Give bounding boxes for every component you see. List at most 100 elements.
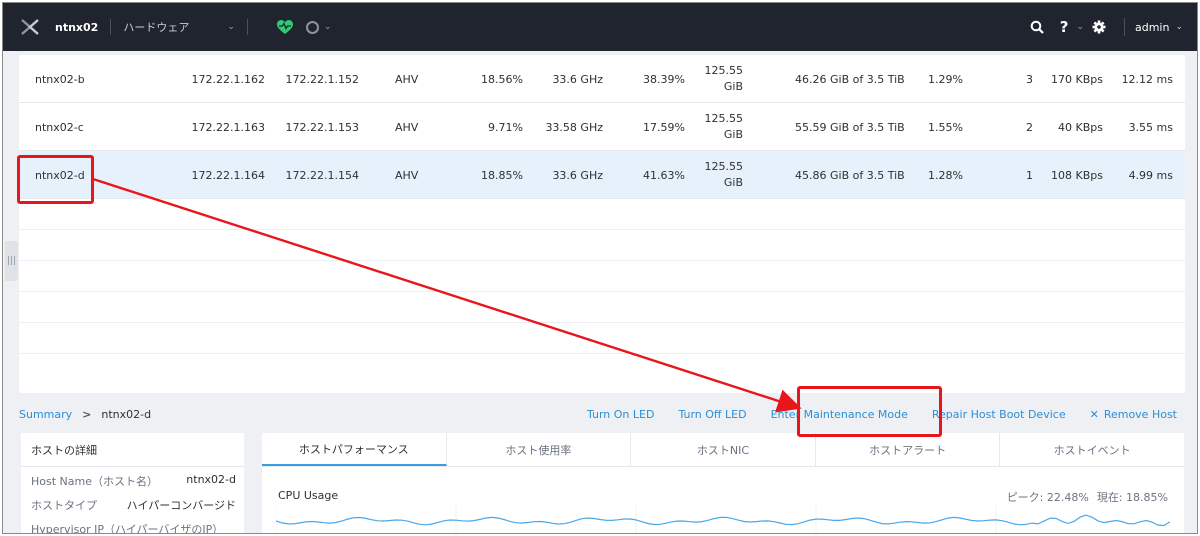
- cell-iops: 40 KBps: [1058, 120, 1103, 134]
- turn-off-led-link[interactable]: Turn Off LED: [678, 408, 746, 421]
- gear-icon[interactable]: [1092, 20, 1106, 34]
- top-nav-bar: ntnx02 ハードウェア ⌄ ⌄ ? ⌄ admin ⌄: [3, 3, 1197, 51]
- breadcrumb-current: ntnx02-d: [101, 407, 152, 421]
- cell-hypervisor: AHV: [395, 168, 419, 182]
- cell-cvm-ip: 172.22.1.152: [285, 72, 359, 86]
- table-row-ntnx02-d[interactable]: ntnx02-d 172.22.1.164 172.22.1.154 AHV 18.85…: [19, 151, 1185, 199]
- cell-vms: 2: [1026, 120, 1033, 134]
- cell-iops: 108 KBps: [1051, 168, 1103, 182]
- remove-host-label: Remove Host: [1103, 407, 1177, 421]
- cell-disk-usage: 1.29%: [928, 72, 963, 86]
- remove-host-link[interactable]: ✕ Remove Host: [1090, 408, 1177, 421]
- empty-table-row: [19, 199, 1185, 230]
- chevron-down-icon[interactable]: ⌄: [1175, 22, 1183, 32]
- perf-tabs: ホストパフォーマンス ホスト使用率 ホストNIC ホストアラート ホストイベント: [262, 433, 1184, 467]
- cpu-peak: ピーク: 22.48%: [1006, 491, 1089, 504]
- chevron-down-icon[interactable]: ⌄: [1076, 22, 1084, 32]
- main-menu-dropdown[interactable]: ハードウェア: [123, 19, 189, 35]
- cell-cpu-usage: 18.85%: [481, 168, 523, 182]
- cell-hypervisor: AHV: [395, 72, 419, 86]
- detail-key: Hypervisor IP（ハイパーバイザのIP）: [31, 523, 224, 534]
- tab-host-nic[interactable]: ホストNIC: [631, 433, 816, 466]
- tab-host-performance[interactable]: ホストパフォーマンス: [262, 433, 447, 466]
- tab-host-events[interactable]: ホストイベント: [1000, 433, 1184, 466]
- chevron-down-icon[interactable]: ⌄: [227, 22, 235, 32]
- app-window: ntnx02 ハードウェア ⌄ ⌄ ? ⌄ admin ⌄ ntnx02-b 1…: [2, 2, 1198, 534]
- tab-host-alerts[interactable]: ホストアラート: [816, 433, 1001, 466]
- panel-title: ホストの詳細: [21, 433, 244, 467]
- cell-name[interactable]: ntnx02-d: [35, 151, 185, 199]
- mem-capacity-value: 125.55: [704, 160, 744, 173]
- cell-cpu-capacity: 33.6 GHz: [552, 72, 603, 86]
- help-icon[interactable]: ?: [1060, 18, 1069, 36]
- cell-host-ip: 172.22.1.163: [191, 120, 265, 134]
- breadcrumb-chevron-icon: >: [82, 407, 92, 421]
- cluster-name[interactable]: ntnx02: [55, 21, 98, 34]
- cell-mem-capacity: 125.55 GiB: [687, 103, 744, 151]
- enter-maintenance-mode-link[interactable]: Enter Maintenance Mode: [771, 408, 908, 421]
- table-row-ntnx02-b[interactable]: ntnx02-b 172.22.1.162 172.22.1.152 AHV 18.56…: [19, 55, 1185, 103]
- divider: [1123, 18, 1125, 36]
- turn-on-led-link[interactable]: Turn On LED: [587, 408, 655, 421]
- detail-key: ホストタイプ: [31, 499, 97, 512]
- mem-capacity-unit: GiB: [723, 176, 743, 189]
- empty-table-row: [19, 230, 1185, 261]
- cell-cpu-usage: 18.56%: [481, 72, 523, 86]
- alerts-circle-icon[interactable]: [305, 20, 319, 34]
- breadcrumb-summary-link[interactable]: Summary: [19, 408, 72, 421]
- cpu-current: 現在: 18.85%: [1096, 491, 1168, 504]
- table-row-ntnx02-c[interactable]: ntnx02-c 172.22.1.163 172.22.1.153 AHV 9.71%…: [19, 103, 1185, 151]
- cell-latency: 4.99 ms: [1128, 168, 1173, 182]
- detail-value: ハイパーコンバージド: [126, 499, 236, 512]
- top-bar-right: ? ⌄ admin ⌄: [1022, 3, 1197, 51]
- cpu-usage-sparkline[interactable]: [276, 505, 1170, 534]
- detail-value: ntnx02-d: [186, 473, 236, 486]
- mem-capacity-unit: GiB: [723, 128, 743, 141]
- close-icon: ✕: [1089, 407, 1099, 421]
- cell-disk-usage: 1.28%: [928, 168, 963, 182]
- cell-cpu-usage: 9.71%: [488, 120, 523, 134]
- cell-mem-capacity: 125.55 GiB: [687, 55, 744, 103]
- cell-disk-usage: 1.55%: [928, 120, 963, 134]
- mem-capacity-value: 125.55: [704, 64, 744, 77]
- cell-mem-usage: 17.59%: [643, 120, 685, 134]
- cell-mem-usage: 38.39%: [643, 72, 685, 86]
- divider: [110, 19, 112, 35]
- user-menu[interactable]: admin: [1135, 21, 1169, 34]
- detail-key: Host Name（ホスト名）: [31, 475, 158, 488]
- cell-name[interactable]: ntnx02-b: [35, 55, 185, 103]
- tab-host-usage[interactable]: ホスト使用率: [447, 433, 632, 466]
- cell-cvm-ip: 172.22.1.153: [285, 120, 359, 134]
- cell-mem-capacity: 125.55 GiB: [687, 151, 744, 199]
- detail-row: Hypervisor IP（ハイパーバイザのIP）: [21, 515, 244, 534]
- cpu-usage-stats: ピーク: 22.48% 現在: 18.85%: [1007, 489, 1168, 505]
- cell-cpu-capacity: 33.6 GHz: [552, 168, 603, 182]
- empty-table-row: [19, 292, 1185, 323]
- cell-mem-usage: 41.63%: [643, 168, 685, 182]
- repair-host-boot-device-link[interactable]: Repair Host Boot Device: [932, 408, 1066, 421]
- cell-cpu-capacity: 33.58 GHz: [545, 120, 603, 134]
- cell-name[interactable]: ntnx02-c: [35, 103, 185, 151]
- cell-latency: 12.12 ms: [1121, 72, 1173, 86]
- cell-hypervisor: AHV: [395, 120, 419, 134]
- chevron-down-icon[interactable]: ⌄: [324, 22, 332, 32]
- host-performance-panel: ホストパフォーマンス ホスト使用率 ホストNIC ホストアラート ホストイベント…: [262, 433, 1184, 534]
- mem-capacity-value: 125.55: [704, 112, 744, 125]
- detail-row: ホストタイプ ハイパーコンバージド: [21, 491, 244, 515]
- cell-vms: 3: [1026, 72, 1033, 86]
- host-table: ntnx02-b 172.22.1.162 172.22.1.152 AHV 18.56…: [19, 55, 1185, 393]
- panel-resize-handle[interactable]: |||: [5, 241, 18, 281]
- cell-vms: 1: [1026, 168, 1033, 182]
- health-heart-icon[interactable]: [276, 19, 294, 35]
- empty-table-row: [19, 261, 1185, 292]
- cell-iops: 170 KBps: [1051, 72, 1103, 86]
- cell-host-ip: 172.22.1.162: [191, 72, 265, 86]
- cell-latency: 3.55 ms: [1128, 120, 1173, 134]
- cell-cvm-ip: 172.22.1.154: [285, 168, 359, 182]
- nutanix-x-logo-icon[interactable]: [19, 16, 41, 38]
- empty-table-row: [19, 323, 1185, 354]
- mem-capacity-unit: GiB: [723, 80, 743, 93]
- cell-host-ip: 172.22.1.164: [191, 168, 265, 182]
- host-action-bar: Summary > ntnx02-d Turn On LED Turn Off …: [19, 403, 1185, 425]
- search-icon[interactable]: [1030, 20, 1044, 34]
